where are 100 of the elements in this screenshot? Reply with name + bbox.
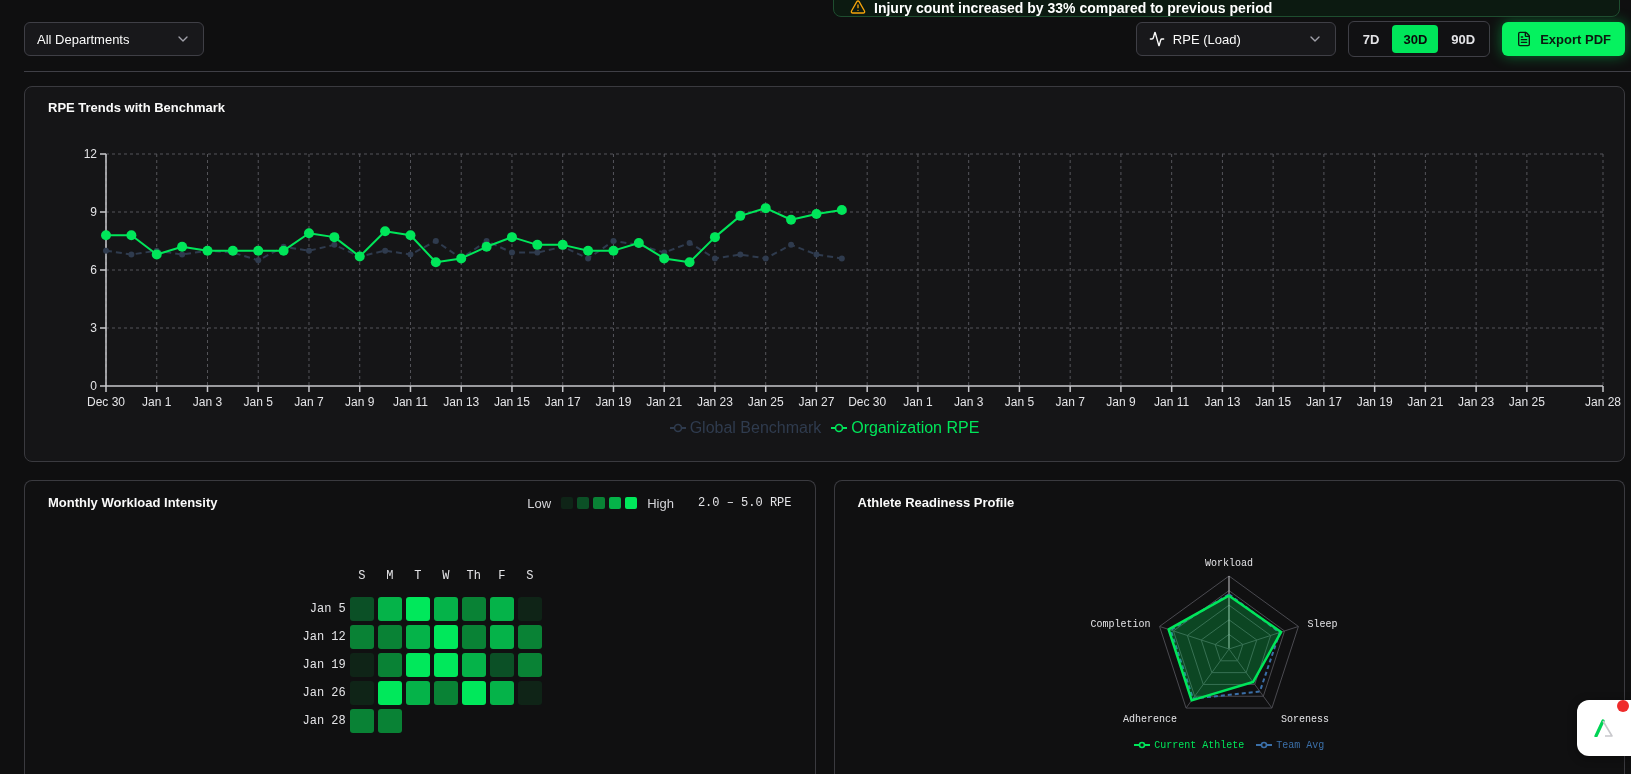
data-point (306, 247, 312, 254)
x-tick-label: Jan 17 (544, 395, 581, 409)
data-point (711, 255, 718, 262)
data-point (557, 239, 568, 250)
legend-label: High (647, 495, 674, 511)
x-tick-label: Jan 13 (1204, 395, 1241, 409)
x-tick-label: Jan 27 (798, 395, 835, 409)
x-tick-label: Jan 11 (392, 395, 429, 409)
x-tick-label: Jan 7 (294, 395, 324, 409)
data-point (737, 251, 744, 258)
legend-line-icon (1134, 741, 1151, 749)
x-tick-label: Jan 7 (1055, 395, 1085, 409)
legend-label: Team Avg (1276, 739, 1325, 751)
legend-line-icon (669, 423, 686, 433)
week-label: Jan 19 (301, 657, 346, 673)
data-point (836, 205, 847, 216)
x-tick-label: Jan 13 (443, 395, 480, 409)
card-title: Monthly Workload Intensity (48, 495, 218, 511)
week-label: Jan 28 (301, 713, 346, 729)
data-point (304, 228, 314, 239)
data-point (202, 245, 213, 256)
warning-icon (850, 0, 866, 15)
x-tick-label: Jan 21 (1407, 395, 1444, 409)
data-point (633, 237, 644, 248)
data-point (380, 226, 391, 237)
day-label: F (497, 568, 507, 584)
x-tick-label: Jan 5 (1004, 395, 1035, 409)
legend-line-icon (1256, 741, 1273, 749)
day-label: Th (465, 568, 482, 584)
week-label: Jan 5 (308, 601, 346, 617)
legend-label: Organization RPE (851, 418, 980, 438)
x-tick-label: Jan 15 (1255, 395, 1292, 409)
x-tick-label: Jan 9 (1106, 395, 1136, 409)
x-tick-label: Jan 1 (142, 395, 172, 409)
data-point (506, 232, 517, 243)
x-tick-label: Jan 19 (1356, 395, 1393, 409)
department-select[interactable]: All Departments (24, 22, 204, 56)
card-title: Athlete Readiness Profile (857, 495, 1015, 511)
data-point (709, 232, 720, 243)
metric-select[interactable]: RPE (Load) (1135, 22, 1336, 56)
data-point (786, 214, 797, 225)
data-point (407, 251, 414, 258)
range-tab[interactable]: 7D (1351, 25, 1391, 53)
axis-label: Soreness (1281, 714, 1330, 726)
x-tick-label: Jan 5 (243, 395, 273, 409)
x-tick-label: Jan 25 (747, 395, 784, 409)
legend-label: Low (527, 495, 552, 511)
x-tick-label: Jan 28 (1585, 395, 1621, 409)
y-tick-label: 0 (90, 379, 97, 393)
day-label: S (357, 568, 367, 584)
data-point (760, 203, 771, 214)
day-label: W (441, 568, 451, 584)
launcher-button[interactable] (1577, 700, 1631, 756)
x-tick-label: Jan 15 (493, 395, 530, 409)
data-point (813, 251, 820, 258)
data-point (811, 208, 822, 219)
axis-label: Sleep (1307, 619, 1338, 631)
data-point (684, 257, 695, 268)
week-label: Jan 12 (301, 629, 346, 645)
x-tick-label: Jan 3 (192, 395, 223, 409)
x-tick-label: Jan 3 (954, 395, 984, 409)
axis-label: Adherence (1123, 714, 1178, 726)
x-tick-label: Jan 1 (903, 395, 933, 409)
x-tick-label: Dec 30 (87, 395, 125, 409)
data-point (456, 253, 467, 264)
range-label: 2.0 – 5.0 RPE (697, 496, 792, 510)
data-point (788, 241, 795, 248)
week-label: Jan 26 (301, 685, 346, 701)
range-tab[interactable]: 30D (1392, 25, 1439, 53)
data-point (126, 230, 137, 241)
card-title: RPE Trends with Benchmark (48, 100, 225, 116)
alert-message: Injury count increased by 33% compared to previous period (874, 0, 1273, 16)
y-tick-label: 9 (90, 205, 97, 219)
logo-icon (1594, 719, 1614, 737)
x-tick-label: Dec 30 (848, 395, 887, 409)
x-tick-label: Jan 17 (1305, 395, 1342, 409)
pulse-icon (1148, 31, 1165, 47)
y-tick-label: 3 (90, 321, 97, 335)
export-button[interactable]: Export PDF (1502, 22, 1625, 56)
x-tick-label: Jan 23 (1458, 395, 1495, 409)
y-tick-label: 6 (90, 263, 97, 277)
data-point (128, 251, 135, 258)
x-tick-label: Jan 11 (1154, 395, 1190, 409)
day-label: S (525, 568, 535, 584)
y-tick-label: 12 (83, 147, 97, 161)
data-point (382, 247, 389, 254)
data-point (405, 230, 416, 241)
x-tick-label: Jan 21 (646, 395, 683, 409)
legend-line-icon (831, 423, 848, 433)
range-tab[interactable]: 90D (1440, 25, 1487, 53)
day-label: T (413, 568, 423, 584)
legend-label: Current Athlete (1154, 739, 1245, 751)
x-tick-label: Jan 9 (345, 395, 375, 409)
day-label: M (385, 568, 395, 584)
data-point (227, 245, 238, 256)
file-icon (1516, 31, 1533, 47)
x-tick-label: Jan 25 (1508, 395, 1545, 409)
data-point (508, 249, 515, 256)
data-point (432, 238, 439, 244)
data-point (686, 239, 693, 246)
